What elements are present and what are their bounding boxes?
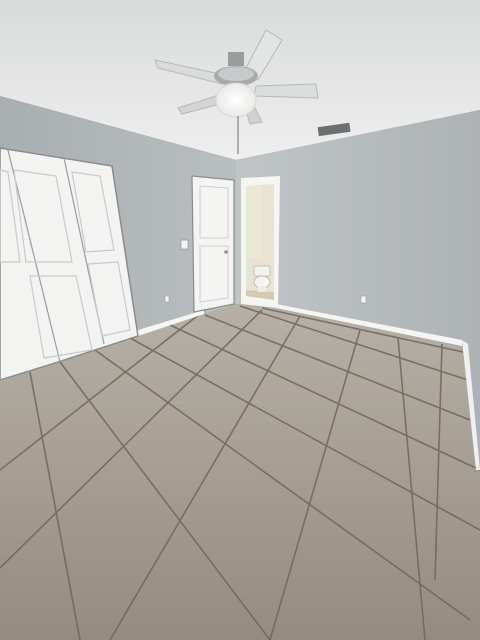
fan-blade	[253, 83, 319, 99]
bedroom-scene	[0, 0, 480, 640]
door-knob	[224, 250, 228, 254]
wall-outlet	[164, 295, 170, 303]
light-switch	[180, 239, 189, 250]
bedroom-photo	[0, 0, 480, 640]
ceiling-light	[215, 82, 257, 118]
bathroom-doorway	[241, 176, 280, 308]
wall-outlet-right	[360, 295, 367, 304]
interior-door	[191, 175, 235, 313]
